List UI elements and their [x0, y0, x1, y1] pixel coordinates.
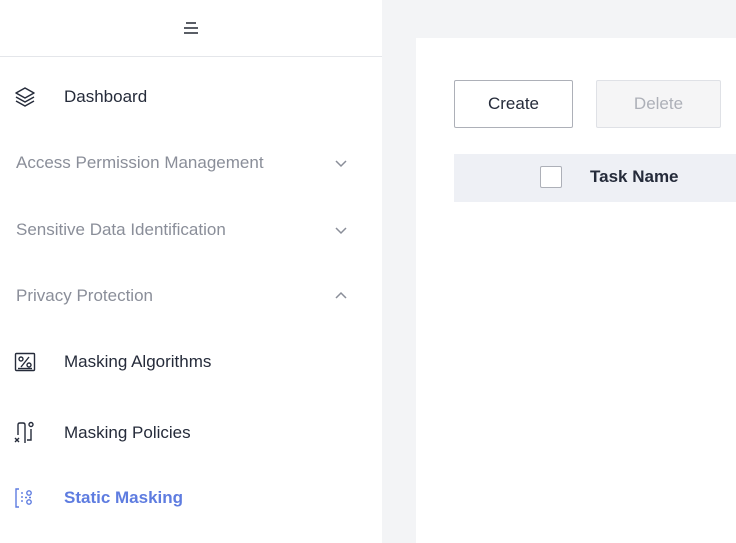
sidebar-item-dashboard[interactable]: Dashboard: [0, 77, 382, 117]
sidebar-item-label: Static Masking: [64, 488, 184, 507]
policy-icon: [14, 421, 36, 444]
sidebar-group-access-permission[interactable]: Access Permission Management: [0, 143, 382, 183]
chevron-up-icon: [335, 291, 347, 299]
sidebar-item-label: Dashboard: [64, 87, 148, 106]
column-header-task-name[interactable]: Task Name: [590, 167, 679, 187]
percent-icon: [14, 351, 36, 373]
sidebar-group-label: Sensitive Data Identification: [16, 220, 226, 239]
sidebar-group-privacy-protection[interactable]: Privacy Protection: [0, 276, 382, 316]
hamburger-icon: [184, 22, 198, 34]
sidebar-item-masking-algorithms[interactable]: Masking Algorithms: [0, 342, 382, 382]
layers-icon: [14, 86, 36, 108]
sidebar-item-label: Masking Algorithms: [64, 352, 212, 371]
create-button[interactable]: Create: [454, 80, 573, 128]
sidebar-group-label: Access Permission Management: [16, 153, 264, 172]
static-masking-icon: [14, 487, 36, 509]
delete-button[interactable]: Delete: [596, 80, 721, 128]
sidebar-toggle-button[interactable]: [0, 0, 382, 57]
sidebar: Dashboard Access Permission Management S…: [0, 0, 382, 543]
sidebar-item-masking-policies[interactable]: Masking Policies: [0, 413, 382, 453]
content-panel: Create Delete Task Name: [416, 38, 736, 543]
main-content: Create Delete Task Name: [382, 0, 736, 543]
sidebar-group-label: Privacy Protection: [16, 286, 153, 305]
sidebar-group-sensitive-data[interactable]: Sensitive Data Identification: [0, 210, 382, 250]
table-header: Task Name: [454, 154, 736, 202]
sidebar-item-label: Masking Policies: [64, 423, 191, 442]
sidebar-item-static-masking[interactable]: Static Masking: [0, 478, 382, 518]
chevron-down-icon: [335, 227, 347, 235]
app-root: Dashboard Access Permission Management S…: [0, 0, 736, 543]
select-all-checkbox[interactable]: [540, 166, 562, 188]
chevron-down-icon: [335, 160, 347, 168]
